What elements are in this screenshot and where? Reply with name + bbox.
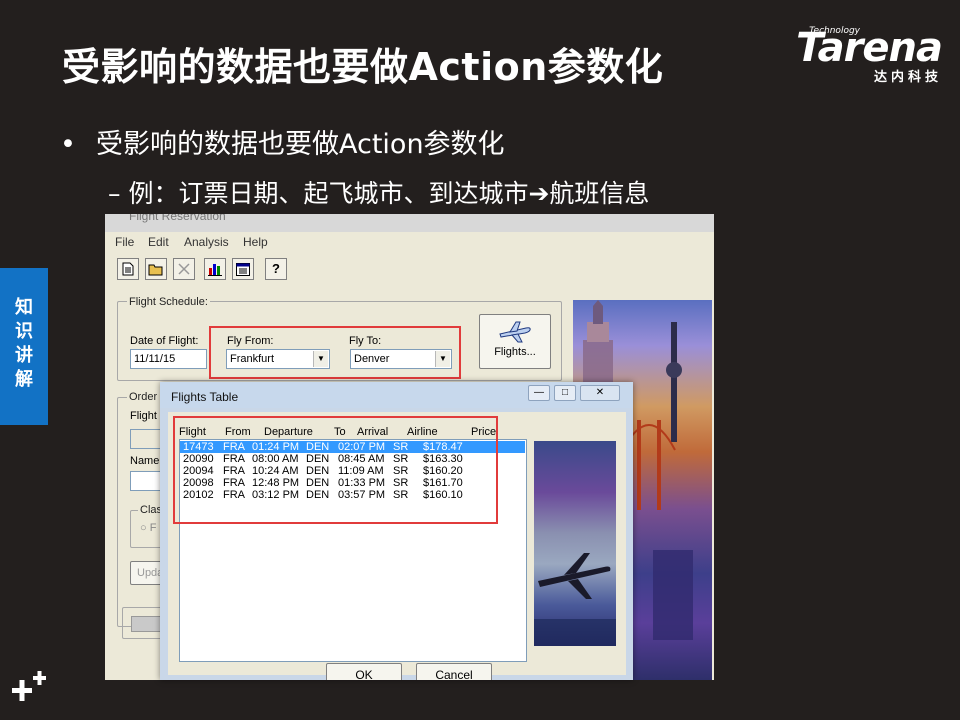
menu-edit[interactable]: Edit xyxy=(148,235,169,249)
minimize-icon: — xyxy=(534,387,544,398)
open-order-button[interactable] xyxy=(145,258,167,280)
dialog-title: Flights Table xyxy=(171,390,239,404)
slide-title: 受影响的数据也要做Action参数化 xyxy=(62,45,664,89)
menu-bar: File Edit Analysis Help xyxy=(105,233,714,249)
class-radio-first[interactable]: ○ F xyxy=(140,522,156,534)
cancel-button[interactable]: Cancel xyxy=(416,663,492,680)
app-title: Flight Reservation xyxy=(129,214,226,223)
class-radio-label: F xyxy=(149,522,157,534)
maximize-icon: □ xyxy=(561,387,569,398)
side-tab-char: 识 xyxy=(15,321,33,342)
flights-button-label: Flights... xyxy=(494,346,536,358)
bullet-level1: • 受影响的数据也要做Action参数化 xyxy=(60,122,505,161)
open-folder-icon xyxy=(148,264,163,276)
jet-plane-icon xyxy=(534,553,616,646)
logo-technology-text: Technology xyxy=(809,26,860,36)
flights-table-dialog: Flights Table — □ ✕ Flight From Departur… xyxy=(160,382,633,680)
highlight-box-flight-schedule xyxy=(209,326,461,379)
close-icon: ✕ xyxy=(595,387,605,398)
side-tab-knowledge: 知 识 讲 解 xyxy=(0,268,48,425)
date-of-flight-label: Date of Flight: xyxy=(130,335,199,347)
graph-button[interactable] xyxy=(204,258,226,280)
menu-analysis[interactable]: Analysis xyxy=(184,235,229,249)
report-button[interactable] xyxy=(232,258,254,280)
delete-order-button[interactable] xyxy=(173,258,195,280)
bullet-dot: • xyxy=(60,129,76,160)
flights-button[interactable]: Flights... xyxy=(479,314,551,369)
minimize-button[interactable]: — xyxy=(528,385,550,401)
menu-help[interactable]: Help xyxy=(243,235,268,249)
delete-x-icon xyxy=(178,263,190,275)
side-tab-char: 讲 xyxy=(15,345,33,366)
new-order-button[interactable] xyxy=(117,258,139,280)
close-button[interactable]: ✕ xyxy=(580,385,620,401)
bullet-level2: – 例：订票日期、起飞城市、到达城市➔航班信息 xyxy=(108,179,650,208)
tarena-logo: Technology Tarena 达内科技 xyxy=(796,20,943,85)
dialog-body: Flight From Departure To Arrival Airline… xyxy=(168,412,626,680)
new-document-icon xyxy=(122,262,134,276)
flight-schedule-label: Flight Schedule: xyxy=(127,296,210,308)
highlight-box-flights-table xyxy=(173,416,498,524)
bar-graph-icon xyxy=(208,264,222,276)
help-button[interactable]: ? xyxy=(265,258,287,280)
side-tab-char: 解 xyxy=(15,369,33,390)
bullet-level1-text: 受影响的数据也要做Action参数化 xyxy=(96,129,505,160)
name-label: Name: xyxy=(130,455,163,467)
airplane-photo xyxy=(534,441,616,646)
plus-icon xyxy=(6,668,52,716)
side-tab-char: 知 xyxy=(15,297,33,318)
ok-button[interactable]: OK xyxy=(326,663,402,680)
maximize-button[interactable]: □ xyxy=(554,385,576,401)
report-window-icon xyxy=(236,263,250,276)
date-of-flight-input[interactable]: 11/11/15 xyxy=(130,349,207,369)
menu-file[interactable]: File xyxy=(115,235,134,249)
airplane-icon xyxy=(499,321,531,343)
